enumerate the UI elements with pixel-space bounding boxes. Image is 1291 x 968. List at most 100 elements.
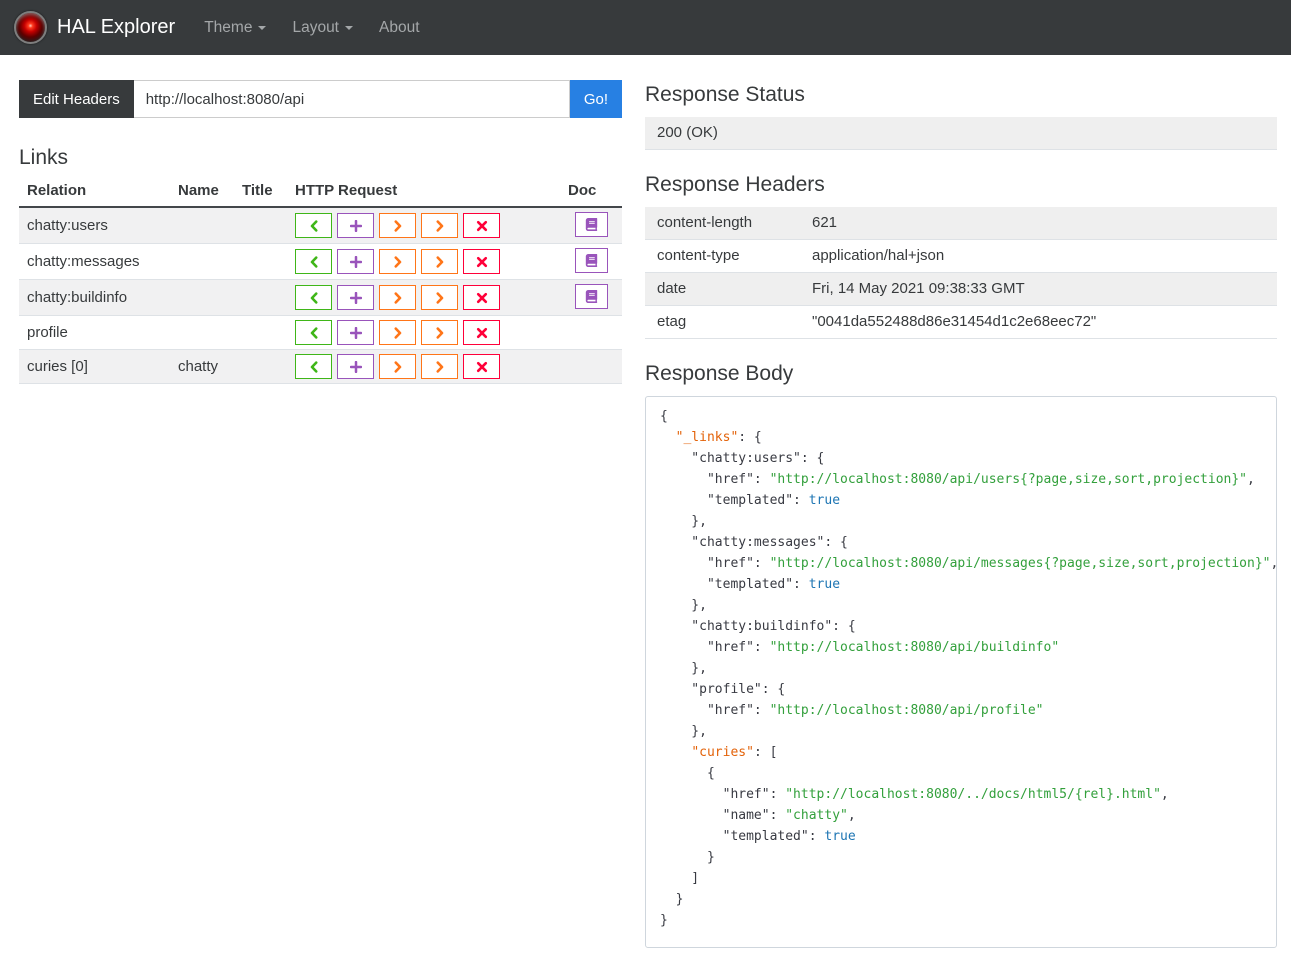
request-and-links-panel: Edit Headers Go! Links RelationNameTitle… xyxy=(19,80,622,384)
code-line: "chatty:buildinfo": { xyxy=(660,619,856,634)
link-name xyxy=(170,207,234,244)
post-button[interactable] xyxy=(337,249,374,274)
code-line: { xyxy=(660,766,715,781)
url-input[interactable] xyxy=(133,80,570,118)
response-header-row: etag "0041da552488d86e31454d1c2e68eec72" xyxy=(645,305,1277,339)
doc-button[interactable] xyxy=(574,248,608,273)
x-icon xyxy=(476,361,488,373)
put-button[interactable] xyxy=(379,249,416,274)
code-line: "href": "http://localhost:8080/api/users… xyxy=(660,472,1255,487)
response-header-row: content-length 621 xyxy=(645,207,1277,240)
navbar: HAL Explorer Theme Layout About xyxy=(0,0,1291,55)
link-name xyxy=(170,243,234,280)
x-icon xyxy=(476,292,488,304)
chevron-right-icon xyxy=(392,291,404,304)
response-headers-title: Response Headers xyxy=(645,173,825,196)
code-line: "name": "chatty", xyxy=(660,808,856,823)
request-bar: Edit Headers Go! xyxy=(19,80,622,118)
code-line: } xyxy=(660,850,715,865)
page-content: Edit Headers Go! Links RelationNameTitle… xyxy=(0,55,1291,968)
code-line: "profile": { xyxy=(660,682,786,697)
link-relation: profile xyxy=(19,315,170,350)
nav-item-layout[interactable]: Layout xyxy=(279,10,366,46)
get-button[interactable] xyxy=(295,249,332,274)
patch-button[interactable] xyxy=(421,320,458,345)
book-icon xyxy=(585,218,598,231)
post-button[interactable] xyxy=(337,213,374,238)
code-line: "templated": true xyxy=(660,577,841,592)
http-request-cell xyxy=(287,207,560,244)
doc-button[interactable] xyxy=(574,284,608,309)
link-row: profile xyxy=(19,315,622,350)
go-button[interactable]: Go! xyxy=(569,80,622,118)
caret-down-icon xyxy=(345,25,353,30)
link-relation: chatty:users xyxy=(19,207,170,244)
http-request-cell xyxy=(287,315,560,350)
nav-item-theme[interactable]: Theme xyxy=(191,10,279,46)
get-button[interactable] xyxy=(295,285,332,310)
header-name: etag xyxy=(645,305,800,339)
delete-button[interactable] xyxy=(463,249,500,274)
http-request-cell xyxy=(287,243,560,280)
link-title xyxy=(234,315,287,350)
put-button[interactable] xyxy=(379,320,416,345)
nav-menu: Theme Layout About xyxy=(191,10,432,46)
patch-button[interactable] xyxy=(421,249,458,274)
patch-button[interactable] xyxy=(421,213,458,238)
response-status-title: Response Status xyxy=(645,83,805,106)
column-header-relation: Relation xyxy=(19,176,170,208)
brand[interactable]: HAL Explorer xyxy=(14,11,175,44)
header-name: date xyxy=(645,272,800,306)
header-value: 621 xyxy=(800,207,1277,240)
put-button[interactable] xyxy=(379,285,416,310)
link-name xyxy=(170,279,234,316)
post-button[interactable] xyxy=(337,320,374,345)
post-button[interactable] xyxy=(337,354,374,379)
response-header-row: content-type application/hal+json xyxy=(645,239,1277,273)
edit-headers-button[interactable]: Edit Headers xyxy=(19,80,134,118)
delete-button[interactable] xyxy=(463,354,500,379)
link-name xyxy=(170,315,234,350)
link-name: chatty xyxy=(170,349,234,384)
status-row: 200 (OK) xyxy=(645,117,1277,150)
delete-button[interactable] xyxy=(463,285,500,310)
code-line: "templated": true xyxy=(660,493,841,508)
doc-button[interactable] xyxy=(574,212,608,237)
links-table-header: Relation Name Title HTTP Request Doc xyxy=(19,176,622,208)
doc-cell xyxy=(560,279,622,316)
patch-button[interactable] xyxy=(421,354,458,379)
chevron-right-icon xyxy=(434,219,446,232)
plus-icon xyxy=(349,326,362,339)
header-name: content-type xyxy=(645,239,800,273)
book-icon xyxy=(585,290,598,303)
link-title xyxy=(234,207,287,244)
code-line: }, xyxy=(660,514,707,529)
hal-9000-logo-icon xyxy=(14,11,47,44)
http-request-cell xyxy=(287,279,560,316)
put-button[interactable] xyxy=(379,213,416,238)
patch-button[interactable] xyxy=(421,285,458,310)
doc-cell xyxy=(560,207,622,244)
nav-item-about[interactable]: About xyxy=(366,10,433,46)
code-line: "chatty:messages": { xyxy=(660,535,848,550)
x-icon xyxy=(476,256,488,268)
link-relation: curies [0] xyxy=(19,349,170,384)
delete-button[interactable] xyxy=(463,320,500,345)
get-button[interactable] xyxy=(295,213,332,238)
column-header-title: Title xyxy=(234,176,287,208)
put-button[interactable] xyxy=(379,354,416,379)
link-row: chatty:buildinfo xyxy=(19,279,622,316)
chevron-right-icon xyxy=(392,219,404,232)
book-icon xyxy=(585,254,598,267)
chevron-left-icon xyxy=(308,326,320,339)
code-line: "href": "http://localhost:8080/api/build… xyxy=(660,640,1060,655)
chevron-left-icon xyxy=(308,291,320,304)
link-row: curies [0] chatty xyxy=(19,349,622,384)
post-button[interactable] xyxy=(337,285,374,310)
get-button[interactable] xyxy=(295,320,332,345)
code-line: }, xyxy=(660,661,707,676)
delete-button[interactable] xyxy=(463,213,500,238)
plus-icon xyxy=(349,291,362,304)
get-button[interactable] xyxy=(295,354,332,379)
code-line: "curies": [ xyxy=(691,745,778,760)
